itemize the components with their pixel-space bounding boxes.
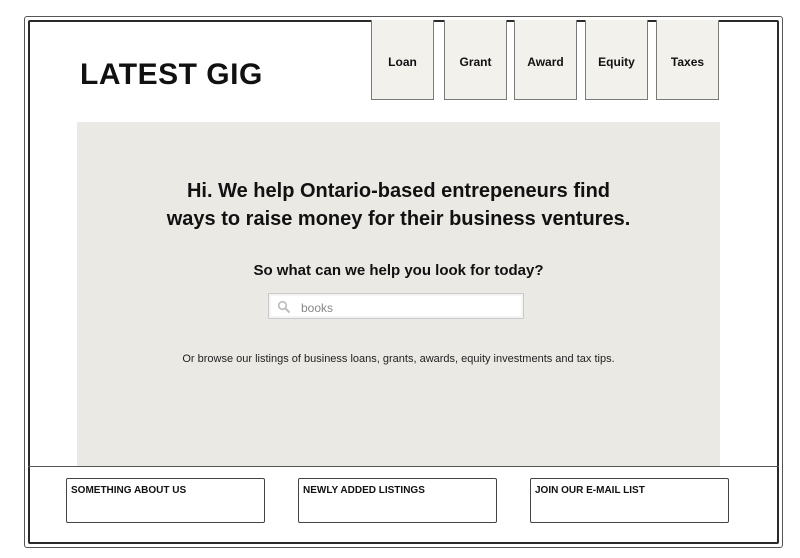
tab-equity[interactable]: Equity [585,20,648,100]
hero-panel: Hi. We help Ontario-based entrepeneurs f… [77,122,720,467]
footer-box-new-listings[interactable]: NEWLY ADDED LISTINGS [298,478,497,523]
search-box[interactable] [268,293,524,319]
tab-grant[interactable]: Grant [444,20,507,100]
tab-taxes[interactable]: Taxes [656,20,719,100]
tab-award[interactable]: Award [514,20,577,100]
hero-headline: Hi. We help Ontario-based entrepeneurs f… [77,177,720,233]
footer-box-about-title: SOMETHING ABOUT US [71,485,187,496]
footer-box-email-list-title: JOIN OUR E-MAIL LIST [535,485,645,496]
footer-box-about[interactable]: SOMETHING ABOUT US [66,478,265,523]
hero-subheading: So what can we help you look for today? [253,262,544,279]
site-logo[interactable]: LATEST GIG [80,58,263,92]
footer-box-email-list[interactable]: JOIN OUR E-MAIL LIST [530,478,729,523]
search-icon [277,300,291,314]
footer-box-new-listings-title: NEWLY ADDED LISTINGS [303,485,425,496]
tab-loan[interactable]: Loan [371,20,434,100]
footer-divider [28,466,779,467]
hero-headline-line1: Hi. We help Ontario-based entrepeneurs f… [186,180,611,202]
search-input[interactable] [299,298,513,317]
hero-headline-line2: ways to raise money for their business v… [166,208,631,230]
browse-listings-text: Or browse our listings of business loans… [182,353,615,365]
